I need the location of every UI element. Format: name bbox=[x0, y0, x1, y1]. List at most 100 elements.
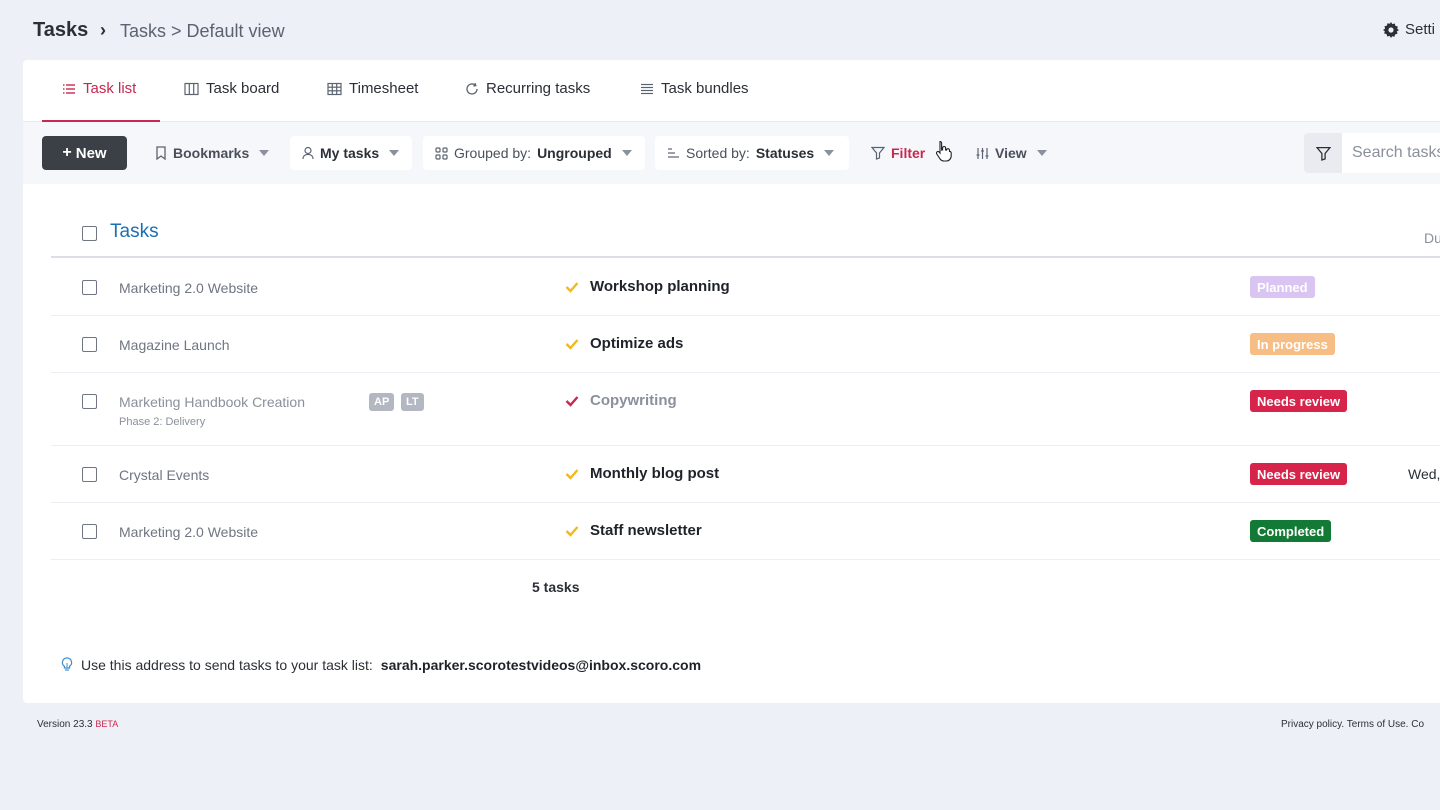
check-icon[interactable] bbox=[565, 395, 579, 407]
task-name[interactable]: Staff newsletter bbox=[590, 522, 702, 539]
table-row[interactable]: Crystal Events Monthly blog post Needs r… bbox=[51, 447, 1440, 503]
project-name[interactable]: Crystal Events bbox=[119, 467, 209, 483]
project-name[interactable]: Marketing 2.0 Website bbox=[119, 280, 258, 296]
status-badge[interactable]: Completed bbox=[1250, 520, 1332, 542]
table-row[interactable]: Marketing 2.0 Website Workshop planning … bbox=[51, 260, 1440, 316]
table-row[interactable]: Magazine Launch Optimize ads In progress bbox=[51, 317, 1440, 373]
view-dropdown[interactable]: View bbox=[964, 136, 1059, 170]
search-box bbox=[1304, 133, 1440, 173]
task-list-header: Tasks Du bbox=[51, 210, 1440, 258]
table-row[interactable]: Marketing 2.0 Website Staff newsletter C… bbox=[51, 504, 1440, 560]
status-badge[interactable]: In progress bbox=[1250, 333, 1335, 355]
tab-task-list[interactable]: Task list bbox=[42, 80, 160, 122]
due-column-header[interactable]: Du bbox=[1424, 230, 1440, 246]
search-filter-button[interactable] bbox=[1304, 133, 1342, 173]
task-name[interactable]: Workshop planning bbox=[590, 278, 730, 295]
chevron-down-icon bbox=[621, 150, 632, 156]
refresh-icon bbox=[466, 82, 478, 95]
version-label: Version 23.3 bbox=[37, 719, 93, 730]
sort-by-dropdown[interactable]: Sorted by: Statuses bbox=[655, 136, 849, 170]
check-icon[interactable] bbox=[565, 281, 579, 293]
group-by-dropdown[interactable]: Grouped by: Ungrouped bbox=[423, 136, 645, 170]
version-info: Version 23.3 BETA bbox=[37, 719, 118, 730]
row-checkbox[interactable] bbox=[82, 467, 97, 482]
breadcrumb-separator: › bbox=[100, 20, 106, 40]
chevron-down-icon bbox=[389, 150, 400, 156]
gear-icon bbox=[1383, 21, 1399, 38]
top-bar: Tasks › Tasks > Default view Setti bbox=[0, 0, 1440, 60]
row-checkbox[interactable] bbox=[82, 524, 97, 539]
my-tasks-dropdown[interactable]: My tasks bbox=[290, 136, 412, 170]
row-checkbox[interactable] bbox=[82, 280, 97, 295]
lightbulb-icon bbox=[61, 657, 73, 671]
email-hint: Use this address to send tasks to your t… bbox=[61, 657, 701, 673]
main-card: Task list Task board Timesheet Recurring… bbox=[23, 60, 1440, 703]
status-badge[interactable]: Planned bbox=[1250, 276, 1315, 298]
tab-timesheet[interactable]: Timesheet bbox=[327, 80, 418, 122]
project-name[interactable]: Marketing Handbook Creation bbox=[119, 394, 305, 410]
filter-label: Filter bbox=[891, 145, 926, 161]
settings-label: Setti bbox=[1405, 21, 1436, 38]
filter-button[interactable]: Filter bbox=[859, 136, 937, 170]
tab-task-bundles[interactable]: Task bundles bbox=[640, 80, 749, 122]
check-icon[interactable] bbox=[565, 525, 579, 537]
list-icon bbox=[63, 84, 75, 94]
chevron-down-icon bbox=[824, 150, 835, 156]
project-name[interactable]: Magazine Launch bbox=[119, 337, 230, 353]
beta-badge: BETA bbox=[95, 719, 119, 729]
plus-icon: + bbox=[62, 144, 72, 161]
grid-icon bbox=[327, 82, 342, 96]
tab-label: Task board bbox=[206, 80, 280, 97]
row-checkbox[interactable] bbox=[82, 394, 97, 409]
hand-cursor-icon bbox=[935, 140, 952, 162]
avatar[interactable]: AP bbox=[369, 393, 395, 411]
tab-recurring-tasks[interactable]: Recurring tasks bbox=[465, 80, 590, 122]
bookmarks-dropdown[interactable]: Bookmarks bbox=[143, 136, 281, 170]
hint-text: Use this address to send tasks to your t… bbox=[81, 657, 373, 673]
footer-links[interactable]: Privacy policy. Terms of Use. Co bbox=[1281, 719, 1424, 730]
inbox-email[interactable]: sarah.parker.scorotestvideos@inbox.scoro… bbox=[381, 657, 701, 673]
filter-icon bbox=[1315, 146, 1331, 161]
user-icon bbox=[302, 146, 314, 160]
group-by-prefix: Grouped by: bbox=[454, 145, 532, 161]
status-badge[interactable]: Needs review bbox=[1250, 390, 1348, 412]
tab-label: Timesheet bbox=[349, 80, 419, 97]
task-name[interactable]: Optimize ads bbox=[590, 335, 683, 352]
check-icon[interactable] bbox=[565, 468, 579, 480]
status-badge[interactable]: Needs review bbox=[1250, 463, 1348, 485]
sort-by-value: Statuses bbox=[755, 145, 815, 161]
list-title[interactable]: Tasks bbox=[110, 221, 159, 243]
task-name[interactable]: Monthly blog post bbox=[590, 465, 719, 482]
tab-label: Task bundles bbox=[661, 80, 749, 97]
new-label: New bbox=[75, 144, 107, 162]
settings-button[interactable]: Setti bbox=[1383, 21, 1435, 38]
avatar[interactable]: LT bbox=[401, 393, 424, 411]
sort-by-prefix: Sorted by: bbox=[686, 145, 750, 161]
project-phase: Phase 2: Delivery bbox=[119, 416, 206, 428]
select-all-checkbox[interactable] bbox=[82, 226, 97, 241]
toolbar: + New Bookmarks My tasks Grouped by: Ung… bbox=[23, 122, 1440, 184]
table-row[interactable]: Marketing Handbook Creation Phase 2: Del… bbox=[51, 374, 1440, 446]
bookmarks-label: Bookmarks bbox=[173, 145, 250, 161]
task-name[interactable]: Copywriting bbox=[590, 392, 677, 409]
tab-label: Recurring tasks bbox=[486, 80, 591, 97]
task-count: 5 tasks bbox=[532, 579, 580, 595]
project-name[interactable]: Marketing 2.0 Website bbox=[119, 524, 258, 540]
check-icon[interactable] bbox=[565, 338, 579, 350]
view-label: View bbox=[995, 145, 1027, 161]
due-date: Wed, bbox=[1408, 466, 1440, 482]
group-icon bbox=[435, 146, 448, 160]
bookmark-icon bbox=[156, 146, 166, 160]
chevron-down-icon bbox=[1036, 150, 1047, 156]
row-checkbox[interactable] bbox=[82, 337, 97, 352]
tab-task-board[interactable]: Task board bbox=[184, 80, 279, 122]
new-task-button[interactable]: + New bbox=[42, 136, 127, 170]
search-input[interactable] bbox=[1342, 133, 1440, 173]
sort-icon bbox=[668, 148, 679, 158]
board-icon bbox=[184, 82, 199, 96]
my-tasks-label: My tasks bbox=[320, 145, 380, 161]
sliders-icon bbox=[976, 147, 989, 159]
tab-label: Task list bbox=[83, 80, 137, 97]
view-tabs: Task list Task board Timesheet Recurring… bbox=[23, 60, 1440, 122]
breadcrumb[interactable]: Tasks > Default view bbox=[120, 21, 285, 42]
